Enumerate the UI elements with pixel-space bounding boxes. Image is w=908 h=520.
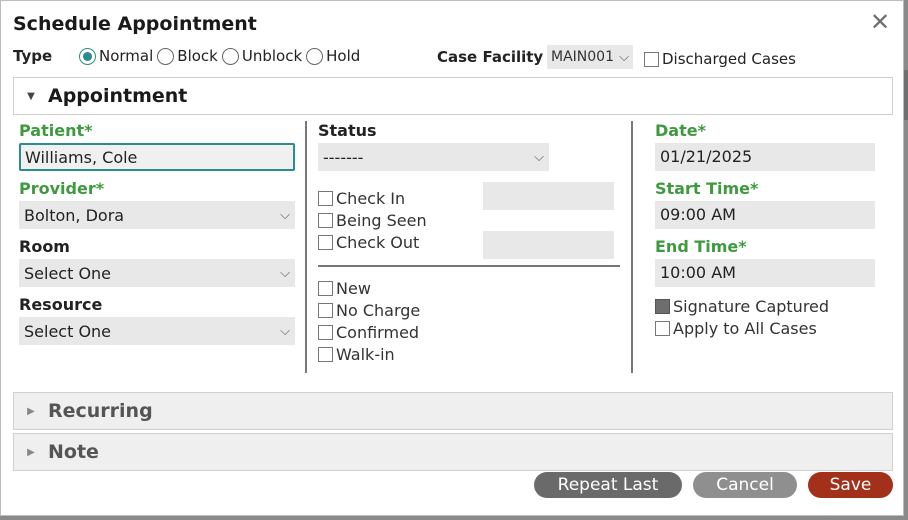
cancel-button[interactable]: Cancel (693, 472, 797, 498)
appointment-column-left: Patient* Williams, Cole Provider* Bolton… (19, 121, 295, 353)
checkbox-icon[interactable] (318, 212, 333, 228)
radio-hold[interactable] (306, 47, 324, 65)
note-section-title: Note (48, 441, 99, 463)
status-divider (318, 265, 620, 267)
radio-normal[interactable] (79, 47, 96, 65)
resource-select[interactable]: Select One ⌵ (19, 317, 295, 345)
checkbox-icon[interactable] (318, 324, 333, 340)
chevron-down-icon: ⌵ (280, 265, 290, 281)
check-out-label: Check Out (336, 232, 420, 252)
checkbox-icon[interactable] (318, 234, 333, 250)
radio-block[interactable] (157, 47, 175, 65)
type-option-normal[interactable]: Normal (79, 47, 153, 65)
end-time-input[interactable]: 10:00 AM (655, 259, 875, 287)
type-option-label: Unblock (241, 47, 303, 65)
save-button[interactable]: Save (808, 472, 893, 498)
no-charge-checkbox[interactable]: No Charge (318, 299, 620, 321)
confirmed-label: Confirmed (336, 322, 420, 342)
confirmed-checkbox[interactable]: Confirmed (318, 321, 620, 343)
dialog-title: Schedule Appointment (13, 13, 257, 35)
status-label: Status (318, 121, 377, 140)
chevron-down-icon: ⌵ (280, 207, 290, 223)
status-select[interactable]: ------- ⌵ (318, 143, 549, 171)
type-option-hold[interactable]: Hold (306, 47, 360, 65)
discharged-cases-checkbox[interactable]: Discharged Cases (644, 50, 796, 68)
type-option-block[interactable]: Block (157, 47, 218, 65)
no-charge-label: No Charge (336, 300, 421, 320)
chevron-down-icon: ⌵ (619, 49, 629, 65)
new-label: New (336, 278, 371, 298)
provider-value: Bolton, Dora (24, 205, 125, 225)
check-in-time-field[interactable] (483, 182, 614, 210)
being-seen-label: Being Seen (336, 210, 427, 230)
checkbox-icon[interactable] (318, 190, 333, 206)
resource-value: Select One (24, 321, 112, 341)
check-in-label: Check In (336, 188, 406, 208)
caret-right-icon: ▶ (27, 446, 35, 458)
appointment-section-header[interactable]: ▼ Appointment (13, 77, 893, 115)
scrollbar-thumb[interactable] (904, 70, 908, 120)
end-time-label: End Time* (655, 237, 747, 256)
checkbox-icon[interactable] (655, 298, 670, 314)
type-option-label: Hold (326, 47, 361, 65)
recurring-section-header[interactable]: ▶ Recurring (13, 392, 893, 430)
signature-captured-checkbox[interactable]: Signature Captured (655, 295, 875, 317)
discharged-cases-label: Discharged Cases (662, 50, 796, 68)
schedule-appointment-dialog: Schedule Appointment ✕ Type Normal Block… (0, 0, 904, 516)
apply-to-all-cases-label: Apply to All Cases (673, 318, 817, 338)
date-label: Date* (655, 121, 706, 140)
checkbox-icon[interactable] (318, 280, 333, 296)
type-option-label: Normal (99, 47, 154, 65)
column-divider (305, 121, 307, 373)
date-input[interactable]: 01/21/2025 (655, 143, 875, 171)
resource-label: Resource (19, 295, 103, 314)
repeat-last-button[interactable]: Repeat Last (534, 472, 682, 498)
radio-unblock[interactable] (221, 47, 239, 65)
room-label: Room (19, 237, 70, 256)
new-checkbox[interactable]: New (318, 277, 620, 299)
checkbox-icon[interactable] (655, 320, 670, 336)
case-facility-value: MAIN001 (551, 49, 614, 65)
provider-label: Provider* (19, 179, 105, 198)
status-value: ------- (323, 147, 364, 167)
patient-input[interactable]: Williams, Cole (19, 143, 295, 171)
type-option-label: Block (177, 47, 218, 65)
walk-in-checkbox[interactable]: Walk-in (318, 343, 620, 365)
type-label: Type (13, 47, 53, 65)
apply-to-all-cases-checkbox[interactable]: Apply to All Cases (655, 317, 875, 339)
caret-right-icon: ▶ (27, 405, 35, 417)
room-select[interactable]: Select One ⌵ (19, 259, 295, 287)
being-seen-checkbox[interactable]: Being Seen (318, 209, 620, 231)
room-value: Select One (24, 263, 112, 283)
caret-down-icon: ▼ (27, 90, 35, 102)
chevron-down-icon: ⌵ (534, 149, 544, 165)
type-option-unblock[interactable]: Unblock (221, 47, 303, 65)
case-facility-label: Case Facility (437, 48, 544, 66)
type-radio-group: Type Normal Block Unblock Hold (13, 46, 364, 66)
chevron-down-icon: ⌵ (280, 323, 290, 339)
signature-captured-label: Signature Captured (673, 296, 830, 316)
patient-label: Patient* (19, 121, 93, 140)
check-out-time-field[interactable] (483, 231, 614, 259)
checkbox-icon[interactable] (644, 51, 659, 67)
case-facility-select[interactable]: MAIN001 ⌵ (547, 45, 633, 69)
start-time-input[interactable]: 09:00 AM (655, 201, 875, 229)
provider-select[interactable]: Bolton, Dora ⌵ (19, 201, 295, 229)
appointment-section-title: Appointment (48, 85, 188, 107)
walk-in-label: Walk-in (336, 344, 395, 364)
note-section-header[interactable]: ▶ Note (13, 433, 893, 471)
column-divider (631, 121, 633, 373)
checkbox-icon[interactable] (318, 346, 333, 362)
close-icon[interactable]: ✕ (869, 10, 891, 34)
checkbox-icon[interactable] (318, 302, 333, 318)
appointment-column-right: Date* 01/21/2025 Start Time* 09:00 AM En… (655, 121, 875, 339)
start-time-label: Start Time* (655, 179, 759, 198)
recurring-section-title: Recurring (48, 400, 153, 422)
